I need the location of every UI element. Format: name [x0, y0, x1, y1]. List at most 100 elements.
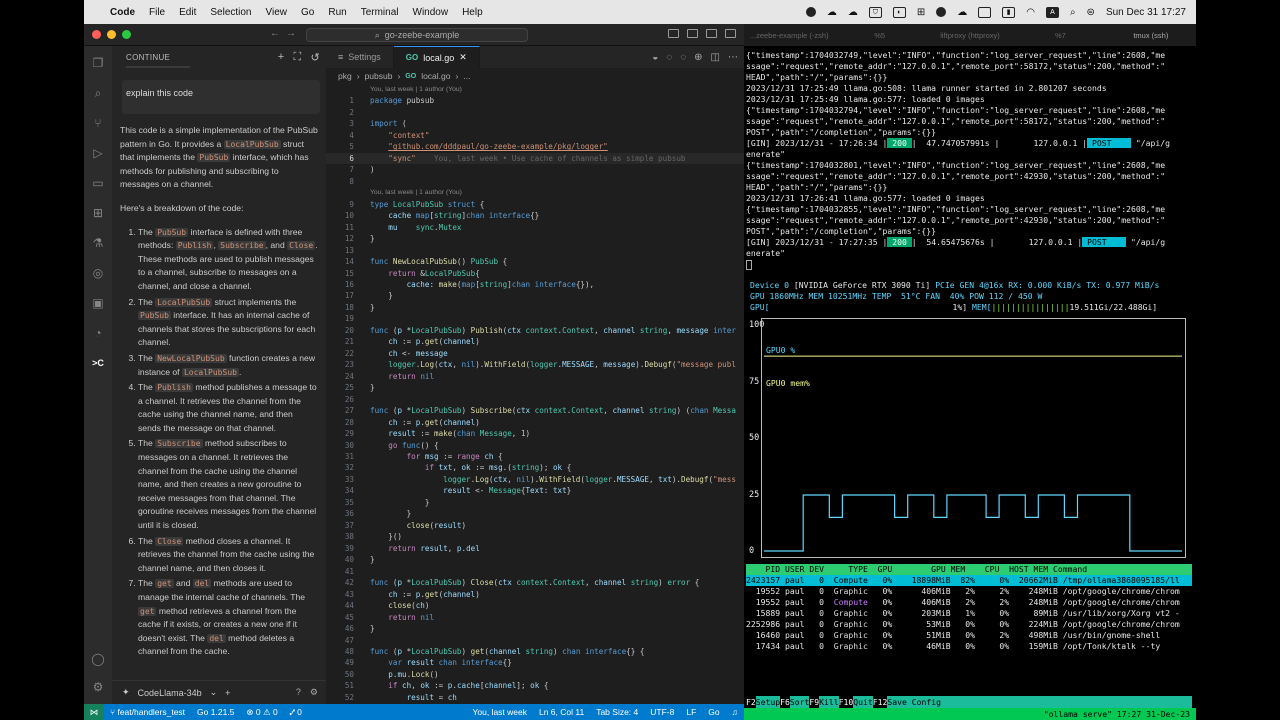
process-row[interactable]: 19552 paul 0 Graphic 0% 406MiB 2% 2% 248… — [746, 586, 1192, 597]
ports-count[interactable]: ⑇ 0 — [284, 707, 308, 717]
language-mode[interactable]: Go — [702, 707, 725, 717]
minimize-window-button[interactable] — [107, 30, 116, 39]
close-window-button[interactable] — [92, 30, 101, 39]
history-icon[interactable]: ↺ — [310, 51, 320, 64]
docker-icon[interactable]: ◎ — [91, 266, 105, 280]
nav-arrows-icon[interactable]: ←→ — [270, 28, 302, 39]
process-row[interactable]: 19552 paul 0 Compute 0% 406MiB 2% 2% 248… — [746, 597, 1192, 608]
status-dot-icon[interactable] — [936, 7, 947, 17]
menu-go[interactable]: Go — [301, 7, 314, 18]
fullscreen-icon[interactable]: ⛶ — [293, 51, 301, 64]
user-prompt-message[interactable]: explain this code — [122, 80, 320, 114]
menu-edit[interactable]: Edit — [179, 7, 196, 18]
timeline-icon[interactable]: ◔ — [91, 326, 105, 340]
process-row[interactable]: 15889 paul 0 Graphic 0% 203MiB 1% 0% 89M… — [746, 608, 1192, 619]
search-icon[interactable]: ⌕ — [91, 86, 105, 100]
new-session-icon[interactable]: + — [278, 51, 285, 64]
chevron-down-icon[interactable]: ⌄ — [210, 687, 218, 698]
settings-gear-icon[interactable]: ⚙ — [310, 687, 318, 698]
problems-count[interactable]: ⊗ 0 ⚠ 0 — [240, 707, 283, 718]
toggle-secondary-sidebar-icon[interactable] — [706, 29, 717, 38]
tab-size[interactable]: Tab Size: 4 — [590, 707, 644, 717]
fkey[interactable]: F6 — [780, 696, 790, 708]
menu-app-name[interactable]: Code — [110, 7, 135, 18]
wifi-icon[interactable]: ◠ — [1026, 7, 1035, 18]
process-row[interactable]: 2252986 paul 0 Graphic 0% 53MiB 0% 0% 22… — [746, 619, 1192, 630]
breadcrumb-item[interactable]: ... — [463, 71, 470, 81]
record-icon[interactable] — [805, 7, 816, 17]
blame-icon[interactable]: ⊕ — [694, 52, 702, 63]
fkey-label[interactable]: Setup — [755, 696, 781, 708]
menu-help[interactable]: Help — [462, 7, 483, 18]
account-icon[interactable]: ◯ — [91, 652, 105, 666]
tab-local-go[interactable]: GO local.go ✕ — [393, 46, 480, 68]
customize-layout-icon[interactable] — [725, 29, 736, 38]
code-editor[interactable]: You, last week | 1 author (You) 1 package… — [326, 84, 744, 703]
vpn-icon[interactable]: ◐ — [892, 6, 906, 18]
battery-icon[interactable]: ▮ — [1002, 6, 1016, 18]
search-icon[interactable]: ⌕ — [1070, 7, 1076, 18]
fkey-label[interactable]: Save Config — [887, 696, 1192, 708]
cloud-upload-icon[interactable]: ☁ — [957, 7, 967, 18]
shield-icon[interactable]: ⛉ — [868, 6, 882, 18]
toggle-panel-icon[interactable] — [687, 29, 698, 38]
continue-icon[interactable]: >C — [91, 356, 105, 370]
terminal-tab[interactable]: %5 — [834, 31, 924, 40]
fkey[interactable]: F10 — [838, 696, 854, 708]
control-center-icon[interactable]: ⊜ — [1087, 7, 1095, 18]
add-model-button[interactable]: + — [225, 688, 230, 698]
input-source-badge[interactable]: A — [1045, 6, 1059, 18]
testing-icon[interactable]: ⚗ — [91, 236, 105, 250]
menu-window[interactable]: Window — [413, 7, 449, 18]
terminal-tab[interactable]: %7 — [1015, 31, 1105, 40]
breadcrumb-item[interactable]: pkg — [338, 71, 352, 81]
display-icon[interactable] — [978, 6, 992, 18]
remote-explorer-icon[interactable]: ▭ — [91, 176, 105, 190]
cloud-icon[interactable]: ☁ — [827, 7, 837, 18]
zoom-window-button[interactable] — [122, 30, 131, 39]
menu-terminal[interactable]: Terminal — [361, 7, 399, 18]
menu-run[interactable]: Run — [328, 7, 346, 18]
menu-clock[interactable]: Sun Dec 31 17:27 — [1106, 7, 1186, 18]
close-tab-icon[interactable]: ✕ — [459, 52, 467, 63]
fkey[interactable]: F9 — [809, 696, 820, 708]
database-icon[interactable]: ▣ — [91, 296, 105, 310]
model-selector[interactable]: CodeLlama-34b — [138, 688, 202, 698]
go-forward-icon[interactable]: ◌ — [680, 52, 686, 63]
terminal-tab[interactable]: liftproxy (httproxy) — [925, 31, 1015, 40]
menu-file[interactable]: File — [149, 7, 165, 18]
run-debug-icon[interactable]: ▷ — [91, 146, 105, 160]
codelens-blame[interactable]: You, last week | 1 author (You) — [326, 84, 744, 95]
remote-indicator-icon[interactable]: ⋈ — [84, 704, 104, 720]
fkey-label[interactable]: Quit — [853, 696, 873, 708]
go-version[interactable]: Go 1.21.5 — [191, 707, 240, 717]
fkey[interactable]: F12 — [872, 696, 888, 708]
tab-settings[interactable]: ≡ Settings — [326, 46, 394, 68]
open-changes-icon[interactable]: ◒ — [652, 52, 658, 63]
terminal-tab[interactable]: ...zeebe-example (-zsh) — [744, 31, 834, 40]
fkey-label[interactable]: Kill — [819, 696, 839, 708]
manage-gear-icon[interactable]: ⚙ — [91, 680, 105, 694]
notifications-icon[interactable]: ♫ — [726, 707, 744, 717]
encoding[interactable]: UTF-8 — [644, 707, 680, 717]
line-ending[interactable]: LF — [680, 707, 702, 717]
fkey-label[interactable]: Sort — [789, 696, 810, 708]
breadcrumb-item[interactable]: pubsub — [365, 71, 393, 81]
process-row[interactable]: 17434 paul 0 Graphic 0% 46MiB 0% 0% 159M… — [746, 641, 1192, 652]
cursor-position[interactable]: Ln 6, Col 11 — [533, 707, 590, 717]
breadcrumb-item[interactable]: local.go — [421, 71, 450, 81]
menu-view[interactable]: View — [266, 7, 288, 18]
codelens-blame[interactable]: You, last week | 1 author (You) — [326, 187, 744, 198]
git-blame-status[interactable]: You, last week — [466, 707, 533, 717]
cloud-sync-icon[interactable]: ☁ — [848, 7, 858, 18]
extensions-icon[interactable]: ⊞ — [91, 206, 105, 220]
split-editor-icon[interactable]: ◫ — [711, 52, 720, 63]
explorer-icon[interactable]: ❐ — [91, 56, 105, 70]
terminal-window[interactable]: ...zeebe-example (-zsh) %5 liftproxy (ht… — [744, 24, 1196, 720]
more-actions-icon[interactable]: ⋯ — [728, 52, 738, 63]
terminal-tab[interactable]: tmux (ssh) — [1106, 31, 1196, 40]
command-center[interactable]: ⌕ go-zeebe-example — [306, 28, 528, 42]
help-icon[interactable]: ? — [296, 687, 301, 698]
process-row[interactable]: 16460 paul 0 Graphic 0% 51MiB 0% 2% 498M… — [746, 630, 1192, 641]
git-branch[interactable]: ⑂ feat/handlers_test — [104, 707, 191, 717]
